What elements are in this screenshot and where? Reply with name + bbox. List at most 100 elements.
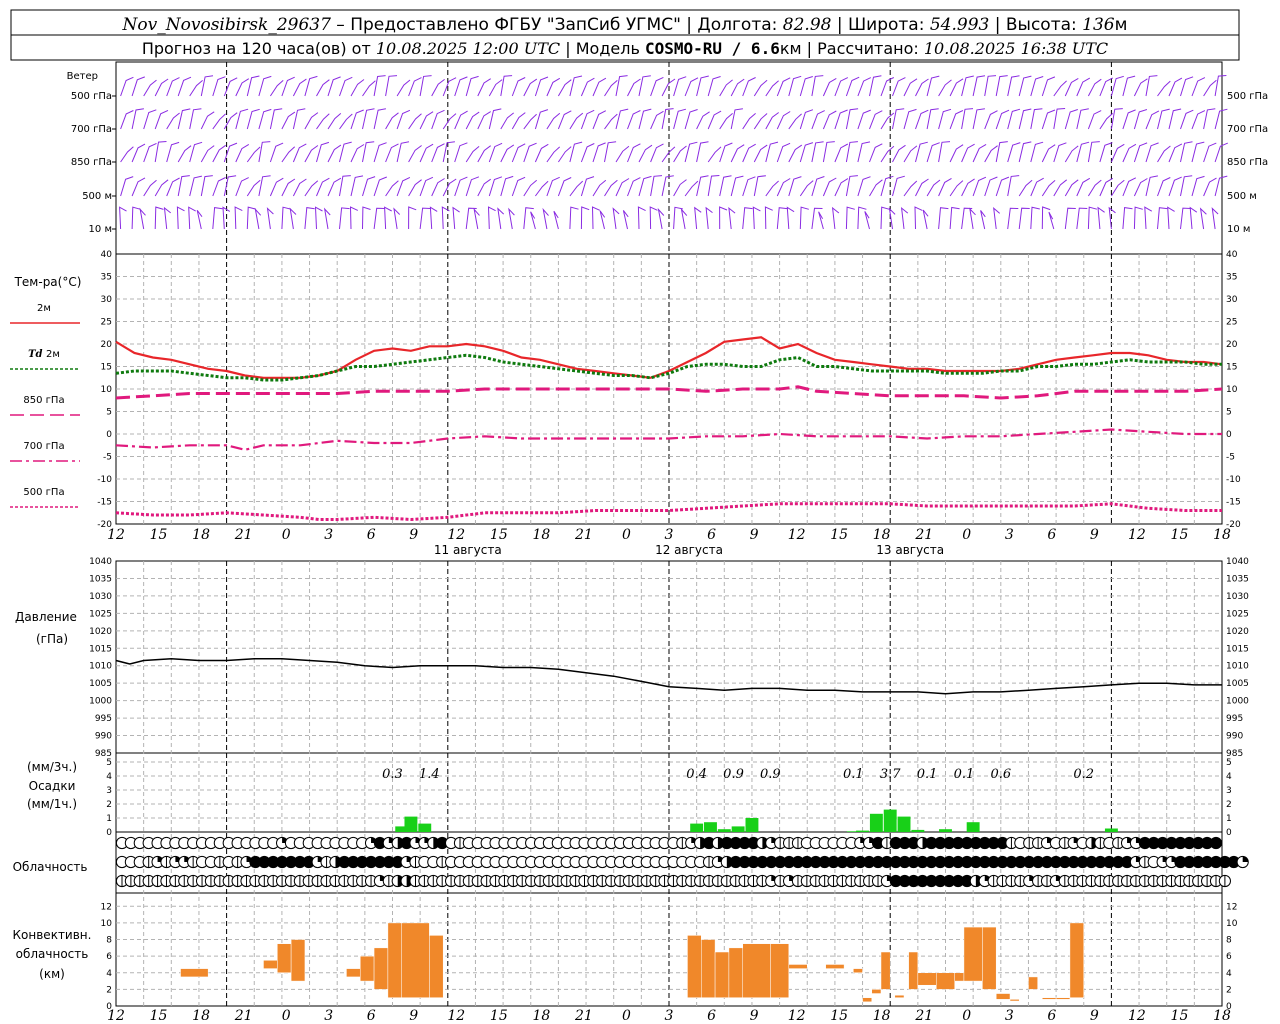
wind-barb [546, 77, 561, 97]
temp-ytick-right: -10 [1226, 475, 1241, 485]
x-tick-label-bottom: 18 [1213, 1008, 1231, 1024]
wind-barb [1030, 206, 1040, 230]
wind-barb [289, 207, 297, 230]
wind-barb [362, 206, 371, 230]
wind-barb [1053, 80, 1067, 97]
conv-title-2: облачность [16, 947, 89, 961]
wind-barb [799, 76, 813, 97]
wind-barb [304, 207, 315, 230]
wind-barb [822, 110, 837, 130]
x-tick-label-bottom: 15 [150, 1008, 168, 1024]
wind-barb [869, 143, 883, 163]
wind-barb [131, 177, 146, 197]
wind-barb [304, 145, 319, 163]
wind-barb [1018, 179, 1033, 197]
precip-bar [1104, 828, 1118, 832]
wind-barb [1076, 141, 1090, 163]
wind-barb [949, 180, 964, 197]
wind-barb [730, 144, 745, 163]
wind-barb [154, 179, 169, 197]
wind-barb [465, 75, 479, 97]
altitude-unit: м [1115, 15, 1128, 35]
conv-cloud-bar [1055, 997, 1071, 1000]
wind-barb [776, 77, 791, 97]
wind-barb [615, 75, 628, 97]
wind-barb [1133, 109, 1148, 130]
wind-barb [845, 175, 858, 197]
conv-cloud-bar [894, 994, 905, 998]
wind-barb [707, 175, 720, 197]
wind-barb [408, 179, 422, 197]
wind-barb [143, 109, 157, 130]
x-tick-label-top: 15 [830, 527, 848, 543]
conv-cloud-bar [290, 939, 306, 982]
press-ytick-left: 1030 [89, 592, 112, 602]
wind-barb [694, 206, 702, 230]
wind-barb [1041, 180, 1056, 197]
wind-barb [139, 207, 146, 230]
wind-barb [903, 78, 918, 97]
wind-barb [818, 211, 824, 230]
wind-barb [707, 110, 722, 130]
wind-barb [166, 177, 180, 197]
wind-barb [742, 176, 756, 197]
wind-barb [857, 176, 871, 197]
wind-barb [845, 141, 858, 163]
wind-barb [1099, 177, 1114, 197]
wind-barb [246, 108, 260, 130]
wind-barb [177, 76, 192, 97]
precip-3h-label: 0.1 [843, 767, 864, 782]
wind-barb [926, 108, 939, 130]
wind-barb [429, 206, 438, 230]
wind-barb [166, 141, 180, 163]
wind-barb [604, 179, 618, 197]
wind-barb [465, 146, 480, 163]
conv-cloud-bar [963, 926, 983, 982]
station-name: Nov_Novosibirsk_29637 [122, 15, 332, 35]
press-ytick-right: 1010 [1226, 662, 1249, 672]
wind-barb [569, 206, 579, 230]
wind-barb [442, 178, 457, 197]
wind-barb [995, 141, 1008, 163]
wind-barb [189, 141, 203, 163]
wind-barb [903, 145, 918, 163]
wind-barb [1030, 177, 1044, 197]
x-tick-label-bottom: 9 [1090, 1008, 1099, 1024]
wind-barb [580, 77, 595, 97]
meteogram: Nov_Novosibirsk_29637 – Предоставлено ФГ… [10, 9, 1268, 1024]
wind-barb [454, 142, 468, 163]
wind-barb [615, 178, 630, 197]
x-tick-label-bottom: 18 [873, 1008, 891, 1024]
wind-barb [339, 113, 353, 130]
x-tick-label-top: 3 [324, 527, 333, 543]
wind-barb [431, 178, 445, 197]
temp-ytick-left: 40 [101, 250, 113, 260]
wind-barb [1167, 206, 1175, 230]
calc-time: 10.08.2025 16:38 UTC [924, 39, 1108, 58]
cloud-cover-symbol [1218, 874, 1231, 888]
wind-barb [1064, 77, 1079, 97]
wind-barb [569, 141, 583, 163]
wind-barb [339, 76, 353, 97]
wind-barb [500, 175, 514, 197]
wind-barb [488, 176, 503, 197]
temp-legend: 2м Td 2м 850 гПа 700 гПа 500 гПа [10, 303, 80, 508]
wind-barb [657, 207, 665, 230]
wind-barb [254, 207, 262, 230]
wind-barb [396, 176, 411, 197]
wind-barb [1099, 77, 1114, 97]
wind-barb [350, 109, 364, 130]
wind-barb [246, 146, 261, 163]
temp-ytick-left: -15 [97, 498, 112, 508]
wind-barb [534, 109, 549, 130]
wind-barb [705, 206, 713, 230]
wind-barb [419, 111, 434, 130]
wind-barb [304, 180, 319, 197]
precip-ytick-left: 1 [106, 814, 112, 824]
wind-barb [673, 145, 687, 163]
wind-level-label-right: 500 м [1227, 191, 1257, 202]
wind-barb [1076, 207, 1088, 230]
wind-barb [776, 111, 791, 130]
temp-ytick-left: -5 [103, 453, 112, 463]
precip-ytick-right: 1 [1226, 814, 1232, 824]
